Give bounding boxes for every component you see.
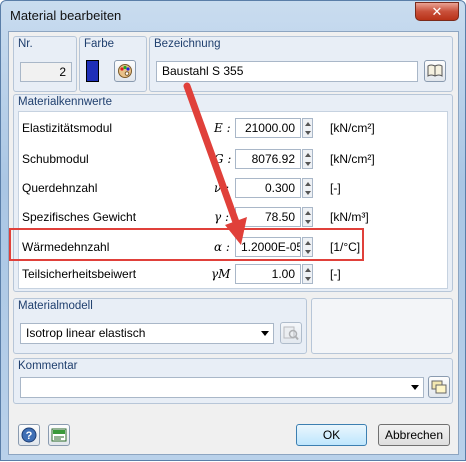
annotation-arrow (183, 82, 247, 245)
dialog-window: Material bearbeiten ✕ Nr. 2 Farbe Bezeic… (0, 0, 466, 461)
